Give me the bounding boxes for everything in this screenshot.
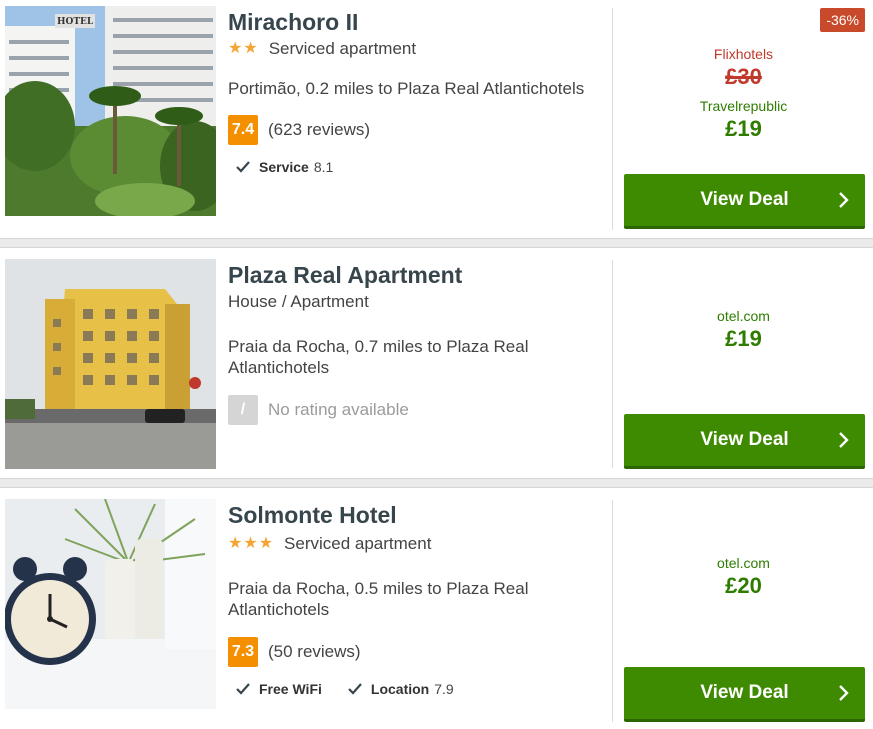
hotel-type: ★★ Serviced apartment (228, 38, 608, 60)
location-line: Atlantichotels (228, 358, 330, 377)
discount-badge: -36% (820, 8, 865, 32)
old-provider[interactable]: Flixhotels (614, 46, 873, 62)
accommodation-type: House / Apartment (228, 292, 369, 311)
card-separator (0, 478, 873, 488)
hotel-name[interactable]: Solmonte Hotel (228, 501, 608, 529)
feature-value: 7.9 (434, 681, 454, 697)
hotel-info: Plaza Real Apartment House / Apartment P… (228, 261, 608, 425)
location-line: Praia da Rocha, 0.5 miles to Plaza Real (228, 579, 529, 598)
price-column: Flixhotels £30 Travelrepublic £19 (614, 46, 873, 144)
provider-name[interactable]: Travelrepublic (614, 98, 873, 114)
hotel-type: House / Apartment (228, 291, 608, 313)
hotel-photo[interactable]: HOTEL (5, 6, 216, 216)
review-count: (50 reviews) (268, 642, 361, 661)
chevron-right-icon (839, 192, 849, 208)
hotel-info: Mirachoro II ★★ Serviced apartment Porti… (228, 8, 608, 175)
price-column: otel.com £19 (614, 308, 873, 354)
chevron-right-icon (839, 685, 849, 701)
view-deal-label: View Deal (700, 189, 789, 210)
view-deal-label: View Deal (700, 682, 789, 703)
hotel-location: Portimão, 0.2 miles to Plaza Real Atlant… (228, 79, 585, 98)
price-column: otel.com £20 (614, 555, 873, 601)
provider-name[interactable]: otel.com (614, 555, 873, 571)
feature-service: Service 8.1 (235, 159, 333, 175)
hotel-photo[interactable] (5, 499, 216, 709)
check-icon (236, 161, 250, 173)
hotel-card: HOTEL Mirachoro II ★★ Serviced apartment (0, 0, 873, 238)
review-count: (623 reviews) (268, 120, 371, 139)
rating-score: / (228, 395, 258, 425)
no-rating-text: No rating available (268, 400, 409, 419)
feature-label: Location (370, 681, 430, 697)
old-price: £30 (725, 64, 762, 89)
rating-score: 7.4 (228, 115, 258, 145)
feature-label: Service (259, 159, 309, 175)
column-divider (612, 500, 613, 722)
provider-name[interactable]: otel.com (614, 308, 873, 324)
hotel-card: Solmonte Hotel ★★★ Serviced apartment Pr… (0, 488, 873, 729)
rating-row[interactable]: 7.3 (50 reviews) (228, 637, 608, 667)
card-separator (0, 238, 873, 248)
features-row: Free WiFi Location 7.9 (235, 681, 608, 697)
hotel-info: Solmonte Hotel ★★★ Serviced apartment Pr… (228, 501, 608, 697)
hotel-type: ★★★ Serviced apartment (228, 533, 608, 555)
view-deal-label: View Deal (700, 429, 789, 450)
feature-label: Free WiFi (259, 681, 322, 697)
deal-price: £19 (725, 116, 762, 141)
view-deal-button[interactable]: View Deal (624, 414, 865, 469)
hotel-name[interactable]: Mirachoro II (228, 8, 608, 36)
hotel-name[interactable]: Plaza Real Apartment (228, 261, 608, 289)
check-icon (348, 683, 362, 695)
rating-score: 7.3 (228, 637, 258, 667)
deal-price: £19 (725, 326, 762, 351)
accommodation-type: Serviced apartment (268, 39, 417, 58)
hotel-location: Praia da Rocha, 0.7 miles to Plaza Real … (228, 336, 608, 378)
star-rating: ★★★ (228, 535, 275, 552)
column-divider (612, 260, 613, 468)
location-line: Praia da Rocha, 0.7 miles to Plaza Real (228, 337, 529, 356)
svg-text:HOTEL: HOTEL (57, 17, 94, 27)
feature-location: Location 7.9 (347, 681, 454, 697)
chevron-right-icon (839, 432, 849, 448)
hotel-photo[interactable] (5, 259, 216, 469)
view-deal-button[interactable]: View Deal (624, 174, 865, 229)
rating-row[interactable]: 7.4 (623 reviews) (228, 115, 608, 145)
feature-value: 8.1 (313, 159, 334, 175)
location-line: Atlantichotels (228, 600, 330, 619)
rating-row: / No rating available (228, 395, 608, 425)
view-deal-button[interactable]: View Deal (624, 667, 865, 722)
feature-wifi: Free WiFi (235, 681, 327, 697)
deal-price: £20 (725, 573, 762, 598)
hotel-card: Plaza Real Apartment House / Apartment P… (0, 248, 873, 478)
features-row: Service 8.1 (235, 159, 608, 175)
star-rating: ★★ (228, 40, 259, 57)
hotel-location: Praia da Rocha, 0.5 miles to Plaza Real … (228, 578, 608, 620)
check-icon (236, 683, 250, 695)
accommodation-type: Serviced apartment (284, 534, 432, 553)
column-divider (612, 8, 613, 230)
